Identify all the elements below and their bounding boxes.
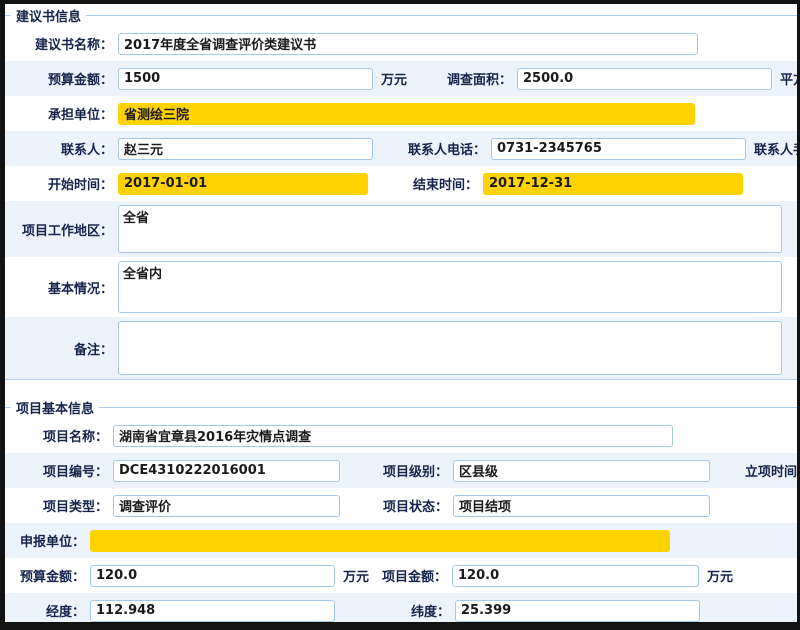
form-window: 建议书信息 建议书名称： 预算金额： 万元 调查面积： 平方千米 承担单位： 联… <box>0 0 800 630</box>
project-name-label: 项目名称： <box>5 426 108 445</box>
contact-label: 联系人： <box>5 139 113 158</box>
declare-unit-label: 申报单位： <box>5 531 85 550</box>
survey-area-label: 调查面积： <box>407 69 512 88</box>
project-level-input[interactable] <box>453 460 710 482</box>
start-date-input[interactable] <box>118 173 368 195</box>
end-date-input[interactable] <box>483 173 743 195</box>
proposal-name-input[interactable] <box>118 33 698 55</box>
proposal-info-title: 建议书信息 <box>11 6 86 25</box>
project-level-label: 项目级别： <box>340 461 448 480</box>
contact-mobile-label: 联系人手机 <box>754 139 800 158</box>
project-code-label: 项目编号： <box>5 461 108 480</box>
budget-unit-label: 万元 <box>381 69 407 88</box>
project-budget-label: 预算金额： <box>5 566 85 585</box>
project-name-row: 项目名称： <box>5 418 797 453</box>
remark-textarea[interactable] <box>118 321 782 375</box>
remark-label: 备注： <box>5 339 113 358</box>
latitude-label: 纬度： <box>335 601 450 620</box>
project-type-input[interactable] <box>113 495 340 517</box>
proposal-name-row: 建议书名称： <box>5 26 797 61</box>
remark-row: 备注： <box>5 317 797 379</box>
contact-phone-label: 联系人电话： <box>373 139 486 158</box>
coordinates-row: 经度： 纬度： <box>5 593 797 628</box>
basic-info-row: 基本情况： 全省内 <box>5 257 797 317</box>
end-date-label: 结束时间： <box>368 174 478 193</box>
basic-info-label: 基本情况： <box>5 278 113 297</box>
contact-row: 联系人： 联系人电话： 联系人手机 <box>5 131 797 166</box>
proposal-name-label: 建议书名称： <box>5 34 113 53</box>
fieldset-line <box>99 407 797 408</box>
undertaker-label: 承担单位： <box>5 104 113 123</box>
dates-row: 开始时间： 结束时间： <box>5 166 797 201</box>
work-area-textarea[interactable]: 全省 <box>118 205 782 253</box>
proposal-info-fieldset-legend: 建议书信息 <box>5 4 797 26</box>
latitude-input[interactable] <box>455 600 700 622</box>
longitude-input[interactable] <box>90 600 335 622</box>
project-budget-input[interactable] <box>90 565 335 587</box>
budget-area-row: 预算金额： 万元 调查面积： 平方千米 <box>5 61 797 96</box>
project-code-input[interactable] <box>113 460 340 482</box>
undertaker-input[interactable] <box>118 103 695 125</box>
project-name-input[interactable] <box>113 425 673 447</box>
section-gap <box>5 380 797 396</box>
work-area-row: 项目工作地区： 全省 <box>5 201 797 257</box>
project-info-fieldset-legend: 项目基本信息 <box>5 396 797 418</box>
project-info-title: 项目基本信息 <box>11 398 99 417</box>
project-type-row: 项目类型： 项目状态： <box>5 488 797 523</box>
project-budget-row: 预算金额： 万元 项目金额： 万元 <box>5 558 797 593</box>
project-amount-label: 项目金额： <box>369 566 447 585</box>
longitude-label: 经度： <box>5 601 85 620</box>
survey-area-unit-label: 平方千米 <box>780 69 800 88</box>
project-budget-unit-label: 万元 <box>343 566 369 585</box>
basic-info-textarea[interactable]: 全省内 <box>118 261 782 313</box>
project-type-label: 项目类型： <box>5 496 108 515</box>
survey-area-input[interactable] <box>517 68 772 90</box>
work-area-label: 项目工作地区： <box>5 220 113 239</box>
declare-unit-input[interactable] <box>90 530 670 552</box>
declare-unit-row: 申报单位： <box>5 523 797 558</box>
start-date-label: 开始时间： <box>5 174 113 193</box>
project-status-label: 项目状态： <box>340 496 448 515</box>
project-status-input[interactable] <box>453 495 710 517</box>
project-amount-unit-label: 万元 <box>707 566 733 585</box>
budget-label: 预算金额： <box>5 69 113 88</box>
undertaker-row: 承担单位： <box>5 96 797 131</box>
fieldset-line <box>86 15 797 16</box>
approval-time-label: 立项时间： <box>742 461 800 480</box>
contact-phone-input[interactable] <box>491 138 746 160</box>
project-amount-input[interactable] <box>452 565 699 587</box>
budget-input[interactable] <box>118 68 373 90</box>
contact-input[interactable] <box>118 138 373 160</box>
project-code-row: 项目编号： 项目级别： 立项时间： <box>5 453 797 488</box>
